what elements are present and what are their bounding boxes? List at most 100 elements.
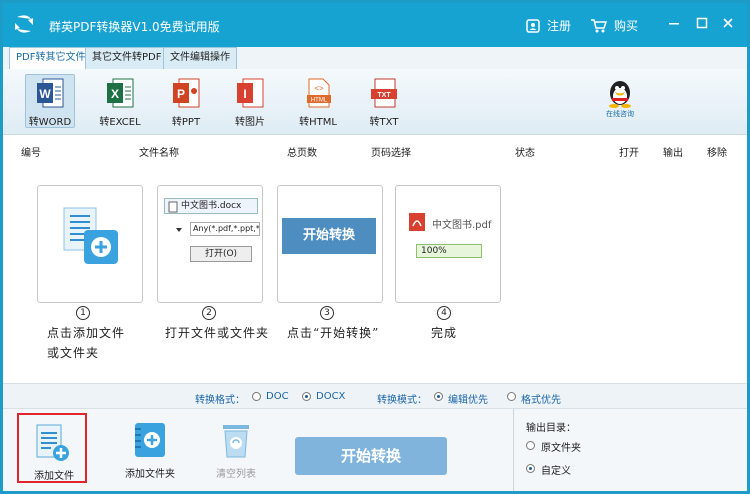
guide-step3-card: 开始转换 [277,185,383,303]
guide-step1-card [37,185,143,303]
guide-file-name: 中文图书.docx [181,201,242,211]
online-consult-label: 在线咨询 [606,110,634,118]
guide-step1-number: 1 [76,306,90,320]
format-label: 转换格式： [195,395,245,406]
mode-layout-radio[interactable] [507,392,516,401]
maximize-icon [696,17,708,29]
guide-step3-text: 点击“开始转换” [287,326,380,340]
col-status: 状态 [515,148,535,159]
clear-list-button[interactable]: 清空列表 [201,413,271,483]
tool-to-excel-label: 转EXCEL [99,117,141,128]
tool-to-ppt-label: 转PPT [171,117,201,128]
col-output: 输出 [663,148,683,159]
col-open: 打开 [619,148,639,159]
output-custom-label: 自定义 [541,466,571,477]
guide-step2-card: 中文图书.docx Any(*.pdf,*.ppt,* 打开(O) [157,185,263,303]
output-custom-radio[interactable] [526,464,535,473]
tool-to-image[interactable]: I 转图片 [225,75,275,128]
mode-layout-label: 格式优先 [521,395,561,406]
app-logo-icon [15,15,33,33]
cart-icon [591,18,608,32]
trash-icon [223,425,249,458]
format-docx-radio[interactable] [302,392,311,401]
svg-text:X: X [111,87,119,101]
tab-pdf-to-other[interactable]: PDF转其它文件 [9,47,93,69]
tool-to-html-label: 转HTML [299,117,337,128]
format-docx-label: DOCX [316,391,346,402]
tool-to-excel[interactable]: X 转EXCEL [95,75,145,128]
guide-step4-number: 4 [437,306,451,320]
qq-penguin-icon [609,81,631,108]
col-page-select: 页码选择 [371,148,411,159]
app-window: 群英PDF转换器V1.0免费试用版 注册 购买 PDF转其它文件 其它文件转PD… [0,0,750,494]
online-consult-button[interactable]: 在线咨询 [603,79,637,119]
tool-to-word[interactable]: W 转WORD [25,74,75,128]
guide-open-button: 打开(O) [190,246,252,262]
svg-text:I: I [243,87,246,101]
tab-bar: PDF转其它文件 其它文件转PDF 文件编辑操作 [3,47,747,69]
pdf-file-icon [409,213,425,231]
tool-to-image-label: 转图片 [235,117,265,128]
tool-to-html[interactable]: <> HTML 转HTML [293,75,343,128]
col-total-pages: 总页数 [287,148,317,159]
output-original-radio[interactable] [526,441,535,450]
options-bar: 转换格式： DOC DOCX 转换模式： 编辑优先 格式优先 [3,383,747,409]
mode-edit-radio[interactable] [434,392,443,401]
add-folder-icon [135,423,165,457]
guide-start-button: 开始转换 [282,218,376,254]
guide-step1-text2: 或文件夹 [47,346,100,360]
start-convert-button[interactable]: 开始转换 [295,437,447,475]
register-button[interactable]: 注册 [525,17,571,34]
svg-text:P: P [177,87,185,101]
guide-step4-card: 中文图书.pdf 100% [395,185,501,303]
col-number: 编号 [21,148,41,159]
close-icon [723,18,733,28]
html-icon: <> HTML [307,78,331,108]
add-folder-label: 添加文件夹 [125,469,175,480]
tool-to-txt[interactable]: TXT 转TXT [359,75,409,128]
word-icon: W [37,78,64,108]
clear-list-label: 清空列表 [216,469,256,480]
tab-other-to-pdf[interactable]: 其它文件转PDF [85,47,169,69]
title-bar: 群英PDF转换器V1.0免费试用版 注册 购买 [3,3,747,47]
document-icon [168,201,178,213]
add-folder-button[interactable]: 添加文件夹 [115,413,185,483]
svg-text:TXT: TXT [377,92,391,99]
app-title: 群英PDF转换器V1.0免费试用版 [49,20,220,34]
output-directory-panel: 输出目录： 原文件夹 自定义 [513,409,747,491]
add-file-icon [36,424,69,461]
format-doc-radio[interactable] [252,392,261,401]
minimize-icon [669,23,679,25]
col-filename: 文件名称 [139,148,179,159]
guide-step1-text: 点击添加文件 [47,326,126,340]
file-list-header: 编号 文件名称 总页数 页码选择 状态 打开 输出 移除 [3,141,747,159]
image-icon: I [237,78,264,108]
guide-step4-text: 完成 [431,326,458,340]
guide-pdf-name: 中文图书.pdf [432,220,492,231]
svg-text:HTML: HTML [311,98,328,104]
guide-file-filter: Any(*.pdf,*.ppt,* [190,222,260,236]
tool-to-ppt[interactable]: P 转PPT [161,75,211,128]
close-button[interactable] [717,13,739,35]
dropdown-arrow-icon [176,228,182,232]
mode-edit-label: 编辑优先 [448,395,488,406]
bottom-panel: 添加文件 添加文件夹 清空列表 开始转换 输出目录： 原文件夹 自定义 [3,409,747,491]
guide-step3-number: 3 [320,306,334,320]
add-file-button[interactable]: 添加文件 [17,413,87,483]
mode-label: 转换模式： [377,395,427,406]
register-icon [526,18,540,33]
excel-icon: X [107,78,134,108]
svg-text:W: W [39,87,51,101]
tool-to-word-label: 转WORD [28,117,72,128]
buy-button[interactable]: 购买 [590,17,638,34]
output-dir-label: 输出目录： [526,423,576,434]
ppt-icon: P [173,78,200,108]
minimize-button[interactable] [663,13,685,35]
maximize-button[interactable] [691,13,713,35]
txt-icon: TXT [371,78,397,108]
output-original-label: 原文件夹 [541,443,581,454]
register-label: 注册 [547,19,572,33]
tab-file-edit[interactable]: 文件编辑操作 [163,47,237,69]
guide-progress-bar: 100% [416,244,482,258]
col-remove: 移除 [707,148,727,159]
